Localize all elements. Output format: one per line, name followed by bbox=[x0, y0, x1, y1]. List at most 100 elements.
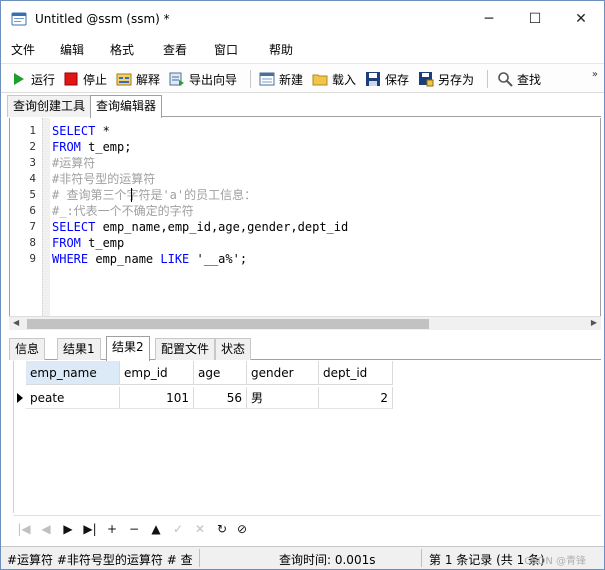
sql-editor[interactable]: 1 SELECT * 2 FROM t_emp; 3 #运算符 4 #非符号型的运算符 5 # 查… bbox=[9, 118, 601, 316]
current-row-indicator-icon bbox=[16, 387, 24, 409]
code-text: # 查询第三个字符是'a'的员工信息： bbox=[52, 187, 256, 203]
result-grid: emp_name emp_id age gender dept_idpeate 101 56… bbox=[13, 361, 601, 513]
save-icon bbox=[366, 72, 380, 86]
tab-query-builder[interactable]: 查询创建工具 bbox=[7, 95, 92, 117]
sql-text: * bbox=[95, 124, 110, 138]
status-bar: #运算符 #非符号型的运算符 # 查 查询时间: 0.001s 第 1 条记录 … bbox=[1, 546, 604, 569]
grid-cell-dept-id[interactable]: 2 bbox=[319, 387, 393, 409]
tab-profile[interactable]: 配置文件 bbox=[155, 338, 216, 360]
search-icon bbox=[498, 72, 513, 87]
stop-button[interactable]: 停止 bbox=[63, 68, 107, 90]
save-as-label: 另存为 bbox=[438, 72, 475, 87]
code-text: #非符号型的运算符 bbox=[52, 171, 155, 187]
export-icon bbox=[169, 72, 184, 86]
minimize-button[interactable]: ─ bbox=[466, 1, 512, 37]
sql-comment: #非符号型的运算符 bbox=[52, 172, 156, 186]
maximize-button[interactable]: ☐ bbox=[512, 1, 558, 37]
run-button[interactable]: 运行 bbox=[11, 68, 55, 90]
export-wizard-button[interactable]: 导出向导 bbox=[169, 68, 237, 90]
editor-horizontal-scrollbar[interactable]: ◀ ▶ bbox=[9, 316, 601, 330]
column-header-emp-name[interactable]: emp_name bbox=[26, 361, 120, 385]
run-label: 运行 bbox=[31, 72, 56, 87]
sql-keyword: FROM bbox=[52, 140, 81, 154]
text-caret bbox=[131, 188, 132, 202]
prev-record-button[interactable]: ◀ bbox=[39, 522, 53, 536]
grid-cell-age[interactable]: 56 bbox=[194, 387, 247, 409]
delete-record-button[interactable]: − bbox=[127, 522, 141, 536]
load-button[interactable]: 载入 bbox=[312, 68, 356, 90]
sql-text: '__a%'; bbox=[189, 252, 248, 266]
line-number: 5 bbox=[29, 188, 36, 201]
column-header-age[interactable]: age bbox=[194, 361, 247, 385]
find-button[interactable]: 查找 bbox=[497, 68, 541, 90]
main-window: Untitled @ssm (ssm) * ─ ☐ ✕ 文件 编辑 格式 查看 … bbox=[0, 0, 605, 570]
tab-result1[interactable]: 结果1 bbox=[57, 338, 101, 360]
scroll-right-arrow-icon[interactable]: ▶ bbox=[591, 318, 597, 327]
line-number: 4 bbox=[29, 172, 36, 185]
play-icon bbox=[14, 73, 24, 85]
refresh-button[interactable]: ↻ bbox=[215, 522, 229, 536]
menu-view[interactable]: 查看 bbox=[163, 39, 187, 61]
menu-bar: 文件 编辑 格式 查看 窗口 帮助 bbox=[1, 39, 604, 61]
status-sql-preview: #运算符 #非符号型的运算符 # 查 bbox=[7, 553, 193, 567]
sql-text: t_emp bbox=[80, 236, 125, 250]
new-button[interactable]: 新建 bbox=[259, 68, 303, 90]
tab-result2[interactable]: 结果2 bbox=[106, 336, 150, 361]
stop-icon bbox=[64, 72, 78, 86]
stop-label: 停止 bbox=[83, 72, 108, 87]
status-divider bbox=[199, 549, 200, 567]
toolbar-separator bbox=[250, 70, 251, 88]
next-record-button[interactable]: ▶ bbox=[61, 522, 75, 536]
grid-cell-emp-name[interactable]: peate bbox=[26, 387, 120, 409]
line-number: 9 bbox=[29, 252, 36, 265]
grid-cell-gender[interactable]: 男 bbox=[247, 387, 319, 409]
explain-button[interactable]: 解释 bbox=[116, 68, 160, 90]
explain-icon bbox=[116, 73, 132, 86]
new-label: 新建 bbox=[279, 72, 304, 87]
last-record-button[interactable]: ▶| bbox=[83, 522, 97, 536]
column-header-emp-id[interactable]: emp_id bbox=[120, 361, 194, 385]
grid-cell-emp-id[interactable]: 101 bbox=[120, 387, 194, 409]
tab-status[interactable]: 状态 bbox=[215, 338, 252, 360]
code-text: WHERE emp_name LIKE '__a%'; bbox=[52, 251, 247, 267]
column-header-gender[interactable]: gender bbox=[247, 361, 319, 385]
sql-text: t_emp; bbox=[80, 140, 132, 154]
close-button[interactable]: ✕ bbox=[558, 1, 604, 37]
tab-query-editor[interactable]: 查询编辑器 bbox=[90, 95, 163, 118]
fold-margin bbox=[42, 118, 50, 316]
add-record-button[interactable]: + bbox=[105, 522, 119, 536]
folder-open-icon bbox=[312, 74, 328, 86]
sql-keyword: FROM bbox=[52, 236, 81, 250]
apply-button[interactable]: ▲ bbox=[149, 522, 163, 536]
scrollbar-thumb[interactable] bbox=[27, 319, 429, 329]
sql-comment: #_:代表一个不确定的字符 bbox=[52, 204, 194, 218]
menu-edit[interactable]: 编辑 bbox=[60, 39, 84, 61]
sql-keyword: SELECT bbox=[52, 124, 96, 138]
menu-file[interactable]: 文件 bbox=[11, 39, 35, 61]
editor-tab-strip: 查询创建工具 查询编辑器 bbox=[7, 95, 601, 118]
new-query-icon bbox=[259, 72, 275, 86]
menu-format[interactable]: 格式 bbox=[110, 39, 134, 61]
navicat-app-icon bbox=[11, 12, 27, 26]
save-as-button[interactable]: 另存为 bbox=[418, 68, 474, 90]
save-label: 保存 bbox=[385, 72, 410, 87]
code-text: #_:代表一个不确定的字符 bbox=[52, 203, 194, 219]
save-button[interactable]: 保存 bbox=[365, 68, 409, 90]
code-text: FROM t_emp; bbox=[52, 139, 131, 155]
menu-window[interactable]: 窗口 bbox=[214, 39, 238, 61]
line-number: 1 bbox=[29, 124, 36, 137]
tab-info[interactable]: 信息 bbox=[9, 338, 46, 360]
column-header-dept-id[interactable]: dept_id bbox=[319, 361, 393, 385]
grid-navigation-toolbar: |◀ ◀ ▶ ▶| + − ▲ ✓ ✕ ↻ ⊘ bbox=[13, 515, 601, 543]
stop-button[interactable]: ⊘ bbox=[235, 522, 249, 536]
code-text: SELECT emp_name,emp_id,age,gender,dept_i… bbox=[52, 219, 348, 235]
toolbar-overflow-button[interactable]: » bbox=[592, 69, 598, 80]
commit-button[interactable]: ✓ bbox=[171, 522, 185, 536]
scroll-left-arrow-icon[interactable]: ◀ bbox=[13, 318, 19, 327]
menu-help[interactable]: 帮助 bbox=[269, 39, 293, 61]
discard-button[interactable]: ✕ bbox=[193, 522, 207, 536]
line-number: 6 bbox=[29, 204, 36, 217]
sql-keyword: WHERE bbox=[52, 252, 89, 266]
sql-comment: #运算符 bbox=[52, 156, 96, 170]
first-record-button[interactable]: |◀ bbox=[17, 522, 31, 536]
